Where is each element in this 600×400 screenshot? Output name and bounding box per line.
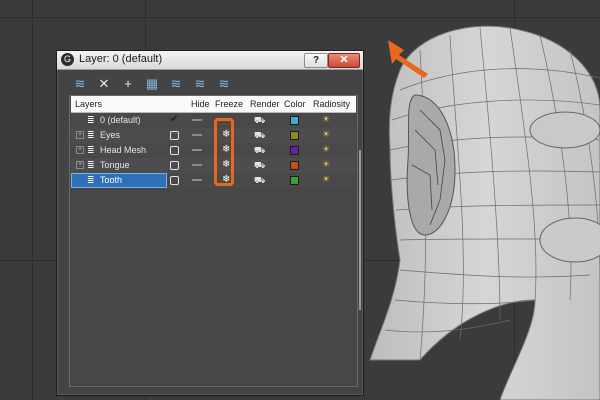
layer-name: Eyes (100, 130, 121, 140)
radiosity-sun-icon[interactable]: ☀ (322, 174, 330, 185)
layer-name: Head Mesh (100, 145, 147, 155)
column-radiosity[interactable]: Radiosity (313, 99, 350, 109)
hide-checkbox[interactable] (170, 131, 179, 140)
hide-checkbox[interactable] (170, 176, 179, 185)
select-objects-icon[interactable]: ▦ (143, 75, 161, 93)
layer-icon: ≣ (87, 175, 95, 185)
dialog-resize-edge[interactable] (359, 150, 361, 310)
viewport-grid-line (32, 0, 33, 400)
dialog-title: Layer: 0 (default) (79, 53, 163, 65)
new-layer-icon[interactable]: ≋ (71, 75, 89, 93)
add-icon[interactable]: + (119, 75, 137, 93)
hide-toggle[interactable] (192, 179, 202, 181)
column-layers[interactable]: Layers (75, 99, 102, 109)
app-logo-icon: G (61, 53, 74, 66)
radiosity-sun-icon[interactable]: ☀ (322, 159, 330, 170)
layer-name: 0 (default) (100, 115, 141, 125)
expand-icon[interactable]: + (76, 131, 84, 139)
close-button[interactable]: ✕ (328, 53, 360, 68)
column-freeze[interactable]: Freeze (215, 99, 243, 109)
highlight-layer-icon[interactable]: ≋ (167, 75, 185, 93)
radiosity-sun-icon[interactable]: ☀ (322, 114, 330, 125)
hide-checkbox[interactable] (170, 146, 179, 155)
color-swatch[interactable] (290, 131, 299, 140)
color-swatch[interactable] (290, 161, 299, 170)
column-hide[interactable]: Hide (191, 99, 210, 109)
layer-icon: ≣ (87, 160, 95, 170)
column-header: Layers Hide Freeze Render Color Radiosit… (71, 96, 356, 113)
hide-all-icon[interactable]: ≋ (191, 75, 209, 93)
help-button[interactable]: ? (304, 53, 328, 68)
delete-icon[interactable]: ✕ (95, 75, 113, 93)
column-color[interactable]: Color (284, 99, 306, 109)
hide-toggle[interactable] (192, 134, 202, 136)
render-teapot-icon[interactable]: ⛟ (254, 130, 265, 142)
current-layer-check-icon[interactable]: ✔ (170, 114, 178, 125)
layer-icon: ≣ (87, 115, 95, 125)
color-swatch[interactable] (290, 146, 299, 155)
expand-icon[interactable]: + (76, 161, 84, 169)
expand-icon[interactable]: + (76, 146, 84, 154)
freeze-column-highlight (214, 118, 234, 186)
hide-toggle[interactable] (192, 119, 202, 121)
radiosity-sun-icon[interactable]: ☀ (322, 144, 330, 155)
title-bar[interactable]: G Layer: 0 (default) ? ✕ (57, 51, 363, 70)
radiosity-sun-icon[interactable]: ☀ (322, 129, 330, 140)
color-swatch[interactable] (290, 116, 299, 125)
layer-toolbar: ≋ ✕ + ▦ ≋ ≋ ≋ (63, 75, 353, 95)
hide-toggle[interactable] (192, 164, 202, 166)
arrow-pointer-icon (388, 40, 428, 78)
freeze-all-icon[interactable]: ≋ (215, 75, 233, 93)
layer-icon: ≣ (87, 130, 95, 140)
layer-name: Tongue (100, 160, 130, 170)
render-teapot-icon[interactable]: ⛟ (254, 115, 265, 127)
layer-dialog: G Layer: 0 (default) ? ✕ ≋ ✕ + ▦ ≋ ≋ ≋ L… (56, 50, 364, 396)
render-teapot-icon[interactable]: ⛟ (254, 175, 265, 187)
render-teapot-icon[interactable]: ⛟ (254, 160, 265, 172)
hide-checkbox[interactable] (170, 161, 179, 170)
color-swatch[interactable] (290, 176, 299, 185)
hide-toggle[interactable] (192, 149, 202, 151)
column-render[interactable]: Render (250, 99, 280, 109)
layer-icon: ≣ (87, 145, 95, 155)
layer-name: Tooth (100, 175, 123, 185)
render-teapot-icon[interactable]: ⛟ (254, 145, 265, 157)
